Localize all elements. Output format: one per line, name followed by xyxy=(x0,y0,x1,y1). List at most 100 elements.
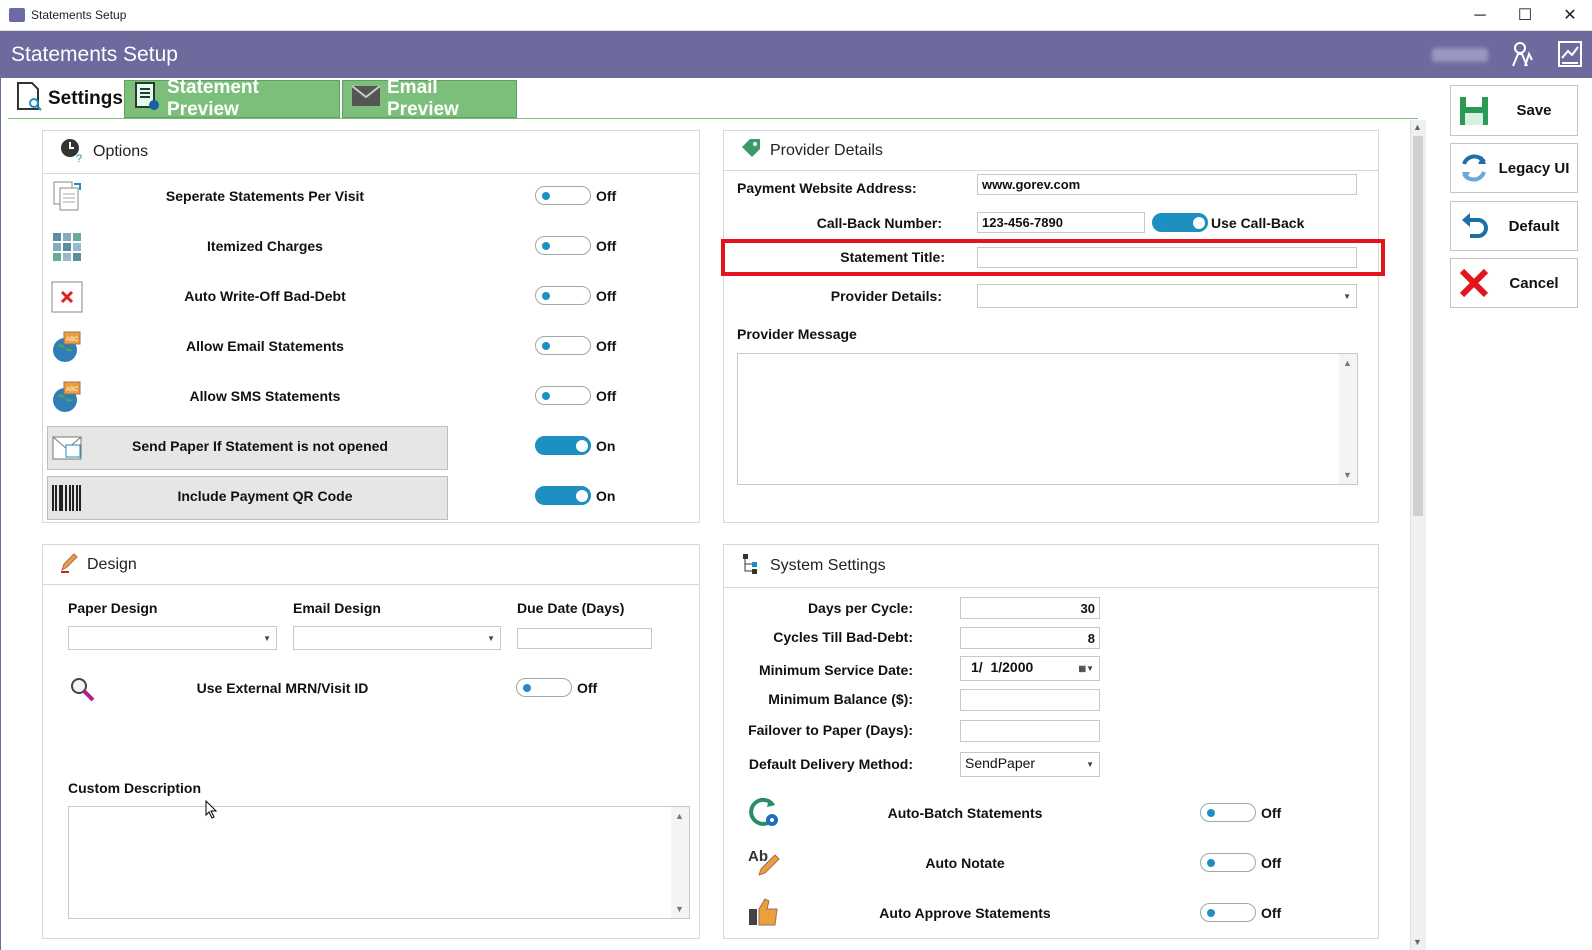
website-input[interactable] xyxy=(977,174,1357,195)
option-label: Seperate Statements Per Visit xyxy=(165,188,365,204)
svg-text:ABC: ABC xyxy=(66,337,79,343)
qr-code-toggle[interactable] xyxy=(535,486,591,505)
toggle-state: Off xyxy=(596,338,617,354)
legacy-ui-button[interactable]: Legacy UI xyxy=(1450,143,1578,193)
provider-details-select[interactable]: ▼ xyxy=(977,284,1357,308)
allow-email-toggle[interactable] xyxy=(535,336,591,355)
legacy-ui-label: Legacy UI xyxy=(1498,159,1570,177)
use-callback-toggle[interactable] xyxy=(1152,213,1208,232)
cycles-bad-debt-label: Cycles Till Bad-Debt: xyxy=(773,629,913,645)
email-design-label: Email Design xyxy=(293,600,381,616)
scroll-up-icon[interactable]: ▲ xyxy=(1413,122,1422,132)
min-service-date-picker[interactable]: 1/ 1/2000 ▦▼ xyxy=(960,656,1100,681)
provider-title: Provider Details xyxy=(770,141,883,159)
scroll-up-icon[interactable]: ▲ xyxy=(675,811,684,821)
design-title: Design xyxy=(87,555,137,573)
toggle-state: Off xyxy=(596,388,617,404)
calendar-icon[interactable]: ▦▼ xyxy=(1079,664,1094,673)
users-icon[interactable] xyxy=(1510,40,1536,68)
separate-statements-toggle[interactable] xyxy=(535,186,591,205)
due-date-input[interactable] xyxy=(517,628,652,649)
provider-message-textarea[interactable]: ▲ ▼ xyxy=(737,353,1358,485)
paper-design-select[interactable]: ▼ xyxy=(68,626,277,650)
page-title: Statements Setup xyxy=(11,43,178,66)
tag-icon xyxy=(740,137,762,164)
grid-icon xyxy=(50,230,84,264)
scroll-up-icon[interactable]: ▲ xyxy=(1343,358,1352,368)
minimize-button[interactable]: ─ xyxy=(1460,4,1500,28)
send-paper-toggle[interactable] xyxy=(535,436,591,455)
documents-icon xyxy=(50,180,84,214)
pencil-icon xyxy=(59,551,79,578)
textarea-scrollbar[interactable]: ▲ ▼ xyxy=(1339,354,1357,484)
globe-icon: ABC xyxy=(50,380,84,414)
scroll-down-icon[interactable]: ▼ xyxy=(1343,470,1352,480)
custom-description-textarea[interactable]: ▲ ▼ xyxy=(68,806,690,919)
statement-icon xyxy=(133,81,161,117)
app-header xyxy=(0,31,1592,78)
spellcheck-icon: Ab xyxy=(747,845,781,879)
min-balance-label: Minimum Balance ($): xyxy=(768,691,913,707)
tab-label: Settings xyxy=(48,88,123,109)
days-per-cycle-input[interactable] xyxy=(960,597,1100,619)
website-label: Payment Website Address: xyxy=(737,180,917,196)
save-button[interactable]: Save xyxy=(1450,85,1578,136)
callback-input[interactable] xyxy=(977,212,1145,233)
tab-settings[interactable]: Settings xyxy=(6,80,123,118)
cancel-button[interactable]: Cancel xyxy=(1450,258,1578,308)
textarea-scrollbar[interactable]: ▲ ▼ xyxy=(671,807,689,918)
scroll-down-icon[interactable]: ▼ xyxy=(1413,937,1422,947)
scroll-thumb[interactable] xyxy=(1413,136,1423,516)
due-date-label: Due Date (Days) xyxy=(517,600,625,616)
mouse-cursor-icon xyxy=(205,799,219,820)
custom-description-label: Custom Description xyxy=(68,780,202,796)
system-title: System Settings xyxy=(770,557,886,574)
scroll-down-icon[interactable]: ▼ xyxy=(675,904,684,914)
cycles-bad-debt-input[interactable] xyxy=(960,627,1100,649)
tab-email-preview[interactable]: Email Preview xyxy=(342,77,517,120)
min-service-date-value: 1/ 1/2000 xyxy=(971,659,1034,675)
toggle-state: Off xyxy=(577,680,598,696)
user-name xyxy=(1432,48,1488,62)
use-callback-label: Use Call-Back xyxy=(1211,215,1305,231)
external-mrn-label: Use External MRN/Visit ID xyxy=(196,680,369,696)
refresh-gear-icon xyxy=(747,795,781,829)
toggle-state: Off xyxy=(1261,805,1282,821)
email-design-select[interactable]: ▼ xyxy=(293,626,501,650)
statement-title-input[interactable] xyxy=(977,247,1357,268)
option-label: Allow SMS Statements xyxy=(189,388,341,404)
option-label: Allow Email Statements xyxy=(186,338,344,354)
auto-approve-toggle[interactable] xyxy=(1200,903,1256,922)
globe-icon: ABC xyxy=(50,330,84,364)
itemized-charges-toggle[interactable] xyxy=(535,236,591,255)
min-balance-input[interactable] xyxy=(960,689,1100,711)
days-per-cycle-label: Days per Cycle: xyxy=(807,600,913,616)
tab-statement-preview[interactable]: Statement Preview xyxy=(124,77,340,120)
default-button[interactable]: Default xyxy=(1450,201,1578,251)
auto-approve-label: Auto Approve Statements xyxy=(879,905,1051,921)
barcode-icon xyxy=(50,481,84,515)
toggle-state: On xyxy=(596,488,616,504)
maximize-button[interactable]: ☐ xyxy=(1505,4,1545,28)
external-mrn-toggle[interactable] xyxy=(516,678,572,697)
close-button[interactable]: ✕ xyxy=(1550,4,1590,28)
failover-input[interactable] xyxy=(960,720,1100,742)
auto-notate-toggle[interactable] xyxy=(1200,853,1256,872)
toggle-state: Off xyxy=(596,288,617,304)
statement-title-label: Statement Title: xyxy=(840,249,945,265)
envelope-icon xyxy=(351,85,381,113)
allow-sms-toggle[interactable] xyxy=(535,386,591,405)
report-icon[interactable] xyxy=(1557,40,1583,68)
option-label: Send Paper If Statement is not opened xyxy=(132,438,388,454)
svg-text:?: ? xyxy=(76,153,82,163)
mail-paper-icon xyxy=(50,431,84,465)
toggle-state: Off xyxy=(596,188,617,204)
callback-label: Call-Back Number: xyxy=(816,215,942,231)
system-header: System Settings xyxy=(724,545,1378,588)
provider-details-label: Provider Details: xyxy=(830,288,942,304)
delivery-method-select[interactable]: SendPaper ▼ xyxy=(960,752,1100,777)
auto-batch-toggle[interactable] xyxy=(1200,803,1256,822)
auto-writeoff-toggle[interactable] xyxy=(535,286,591,305)
auto-notate-label: Auto Notate xyxy=(925,855,1005,871)
paper-design-label: Paper Design xyxy=(68,600,158,616)
